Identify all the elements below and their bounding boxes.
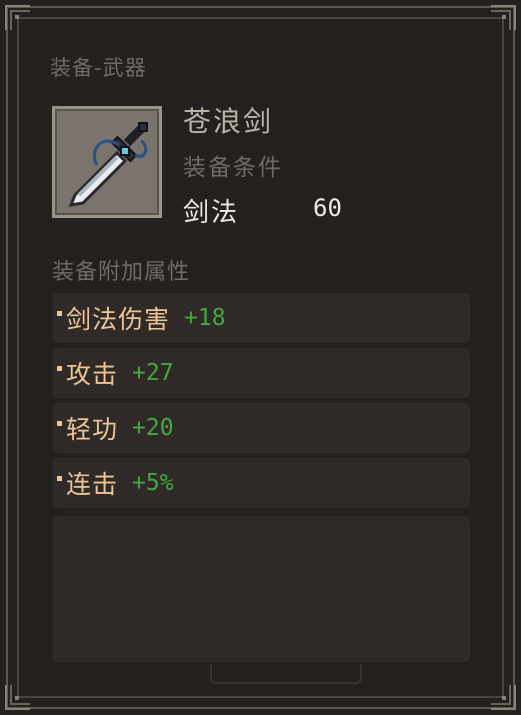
requirement-name: 剑法 <box>183 198 240 228</box>
requirement-value: 60 <box>313 194 342 222</box>
sword-icon <box>68 122 148 207</box>
item-name: 苍浪剑 <box>183 105 274 138</box>
bullet-icon <box>57 365 62 371</box>
corner-ornament-icon <box>489 4 517 32</box>
bottom-tab <box>210 664 362 684</box>
attribute-row: 剑法伤害 +18 <box>53 293 470 343</box>
item-tooltip-panel: 装备-武器 苍浪剑 装备条件 剑法 60 装备附加属性 剑法伤害 +18 攻击 … <box>0 0 521 715</box>
attribute-list: 剑法伤害 +18 攻击 +27 轻功 +20 连击 +5% <box>53 293 470 513</box>
attribute-value: +20 <box>132 415 174 441</box>
bullet-icon <box>57 420 62 426</box>
attribute-name: 攻击 <box>66 360 119 389</box>
attribute-name: 剑法伤害 <box>66 305 171 334</box>
description-area <box>53 516 470 662</box>
attribute-name: 轻功 <box>66 415 119 444</box>
corner-ornament-icon <box>4 4 32 32</box>
item-icon-slot[interactable] <box>52 106 162 218</box>
corner-ornament-icon <box>4 683 32 711</box>
corner-ornament-icon <box>489 683 517 711</box>
attribute-value: +18 <box>184 305 226 331</box>
attribute-row: 连击 +5% <box>53 458 470 508</box>
attribute-value: +27 <box>132 360 174 386</box>
bullet-icon <box>57 310 62 316</box>
requirement-title: 装备条件 <box>183 155 283 181</box>
bullet-icon <box>57 475 62 481</box>
item-category: 装备-武器 <box>50 56 147 80</box>
attribute-row: 轻功 +20 <box>53 403 470 453</box>
attribute-name: 连击 <box>66 470 119 499</box>
attribute-value: +5% <box>132 470 174 496</box>
attributes-title: 装备附加属性 <box>52 260 191 285</box>
attribute-row: 攻击 +27 <box>53 348 470 398</box>
